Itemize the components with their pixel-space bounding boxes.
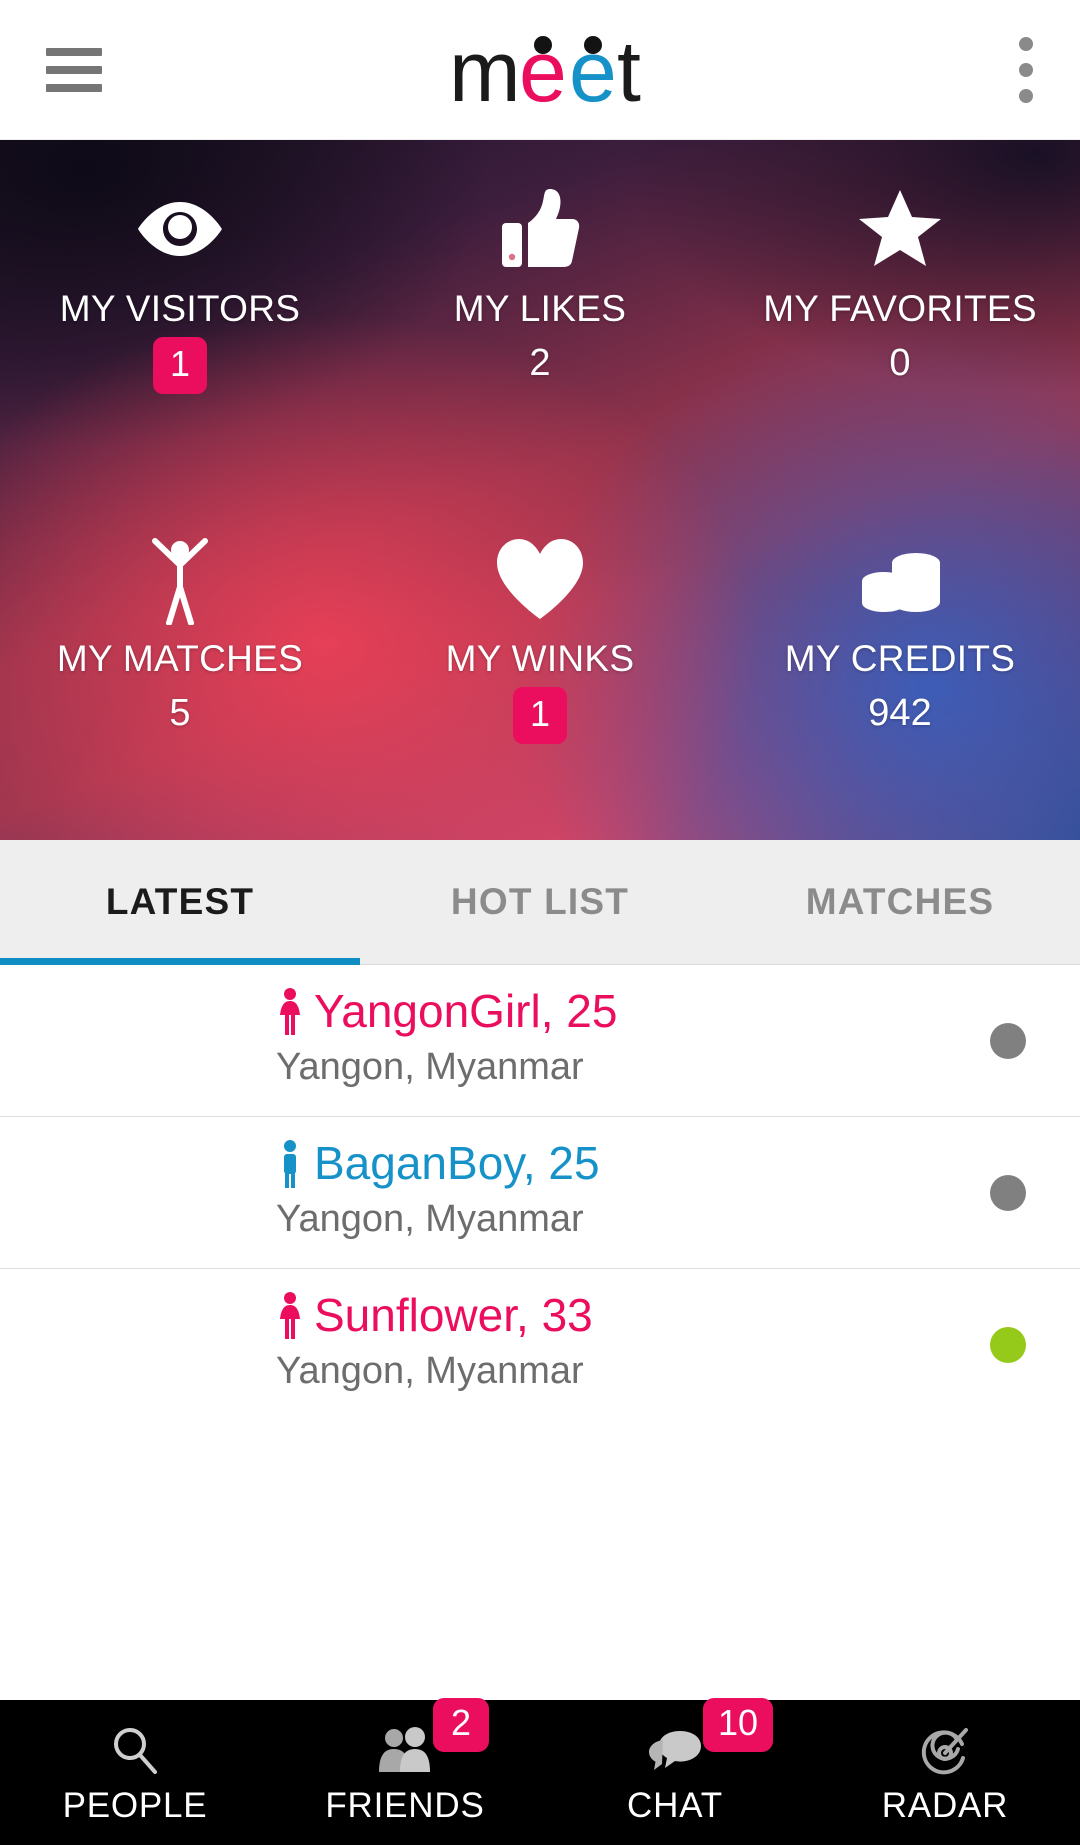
star-icon [857, 186, 943, 272]
status-dot-offline [990, 1174, 1026, 1211]
nav-radar[interactable]: RADAR [810, 1700, 1080, 1845]
list-item-location: Yangon, Myanmar [276, 1350, 584, 1393]
list-item[interactable]: Sunflower, 33 Yangon, Myanmar [0, 1269, 1080, 1420]
stat-label: MY MATCHES [56, 638, 304, 679]
stats-hero: MY VISITORS 1 MY LIKES 2 MY FAVORITES 0 … [0, 140, 1080, 840]
stat-my-favorites[interactable]: MY FAVORITES 0 [720, 140, 1080, 490]
svg-text:m: m [449, 24, 521, 115]
app-bar: m e e t [0, 0, 1080, 140]
tab-latest[interactable]: LATEST [0, 840, 360, 965]
stat-label: MY CREDITS [784, 638, 1016, 679]
status-dot-online [990, 1326, 1026, 1363]
tab-hot-list[interactable]: HOT LIST [360, 840, 720, 964]
nav-label: CHAT [627, 1785, 723, 1825]
list-item-name: YangonGirl, 25 [314, 985, 618, 1037]
app-screen: m e e t MY VISITORS 1 MY LIKES 2 MY FAVO… [0, 0, 1080, 1845]
content-tabs: LATEST HOT LIST MATCHES [0, 840, 1080, 965]
stat-value: 5 [169, 692, 191, 734]
person-cheer-icon [145, 536, 215, 625]
stat-value: 942 [868, 692, 932, 734]
hamburger-line [46, 65, 102, 74]
people-list: YangonGirl, 25 Yangon, Myanmar BaganBoy,… [0, 965, 1080, 1420]
list-item-name: Sunflower, 33 [314, 1289, 593, 1341]
svg-text:t: t [617, 24, 641, 115]
stat-my-matches[interactable]: MY MATCHES 5 [0, 490, 360, 840]
list-item[interactable]: YangonGirl, 25 Yangon, Myanmar [0, 965, 1080, 1117]
friends-icon [374, 1720, 436, 1782]
stat-my-likes[interactable]: MY LIKES 2 [360, 140, 720, 490]
female-icon [276, 987, 304, 1037]
kebab-dot [1019, 36, 1033, 51]
search-icon [110, 1720, 160, 1782]
kebab-dot [1019, 88, 1033, 103]
tab-matches[interactable]: MATCHES [720, 840, 1080, 964]
nav-friends[interactable]: FRIENDS 2 [270, 1698, 540, 1845]
nav-label: FRIENDS [325, 1785, 485, 1825]
list-item-name-row: BaganBoy, 25 [276, 1137, 600, 1190]
stat-value-badge: 1 [512, 687, 568, 744]
stat-label: MY FAVORITES [763, 288, 1037, 329]
coins-icon [850, 536, 950, 622]
hamburger-menu-icon[interactable] [46, 47, 102, 92]
overflow-menu-icon[interactable] [1018, 34, 1034, 106]
status-dot-offline [990, 1022, 1026, 1059]
thumbs-up-icon [500, 186, 580, 272]
stat-label: MY LIKES [453, 288, 627, 329]
list-item-text: Sunflower, 33 Yangon, Myanmar [276, 1289, 593, 1393]
heart-icon [493, 536, 587, 622]
nav-badge-friends: 2 [433, 1698, 489, 1752]
list-item-name-row: YangonGirl, 25 [276, 985, 617, 1038]
stat-value: 0 [889, 342, 911, 384]
stats-grid: MY VISITORS 1 MY LIKES 2 MY FAVORITES 0 … [0, 140, 1080, 840]
nav-label: PEOPLE [62, 1785, 208, 1825]
list-item-location: Yangon, Myanmar [276, 1046, 584, 1089]
kebab-dot [1019, 62, 1033, 77]
stat-value: 2 [529, 342, 551, 384]
stat-my-winks[interactable]: MY WINKS 1 [360, 490, 720, 840]
stat-value-badge: 1 [152, 337, 208, 394]
stat-my-visitors[interactable]: MY VISITORS 1 [0, 140, 360, 490]
female-icon [276, 1291, 304, 1341]
eye-icon [134, 186, 226, 272]
bottom-navigation: PEOPLE FRIENDS 2 CHAT 10 RADAR [0, 1698, 1080, 1845]
nav-chat[interactable]: CHAT 10 [540, 1698, 810, 1845]
radar-icon [918, 1720, 972, 1782]
list-item-name-row: Sunflower, 33 [276, 1289, 593, 1342]
list-item-name: BaganBoy, 25 [314, 1137, 600, 1189]
hamburger-line [46, 47, 102, 56]
stat-my-credits[interactable]: MY CREDITS 942 [720, 490, 1080, 840]
nav-badge-chat: 10 [703, 1698, 774, 1752]
list-item-text: YangonGirl, 25 Yangon, Myanmar [276, 985, 617, 1089]
list-item-text: BaganBoy, 25 Yangon, Myanmar [276, 1137, 600, 1241]
nav-people[interactable]: PEOPLE [0, 1700, 270, 1845]
hamburger-line [46, 83, 102, 92]
app-logo: m e e t [449, 24, 659, 115]
stat-label: MY WINKS [445, 638, 635, 679]
nav-label: RADAR [881, 1785, 1009, 1825]
list-item-location: Yangon, Myanmar [276, 1198, 584, 1241]
chat-icon [646, 1720, 704, 1782]
stat-label: MY VISITORS [59, 288, 301, 329]
male-icon [276, 1139, 304, 1189]
list-item[interactable]: BaganBoy, 25 Yangon, Myanmar [0, 1117, 1080, 1269]
